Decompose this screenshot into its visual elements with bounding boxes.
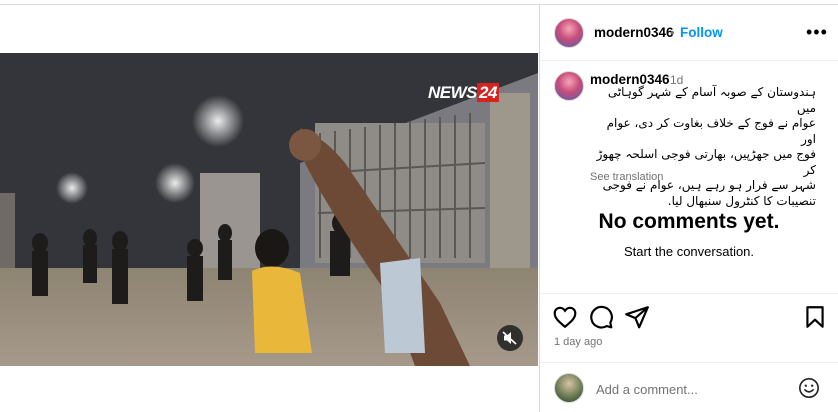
- follow-button[interactable]: Follow: [680, 25, 723, 40]
- no-comments-title: No comments yet.: [598, 210, 780, 233]
- comment-icon[interactable]: [588, 304, 614, 330]
- post-sidebar: modern0346 • Follow ••• modern0346 1d ہن…: [539, 5, 838, 412]
- post-header: modern0346 • Follow •••: [540, 5, 838, 61]
- more-options-button[interactable]: •••: [806, 22, 828, 43]
- caption-avatar[interactable]: [554, 71, 584, 101]
- post-media: NEWS 24: [0, 5, 540, 412]
- caption-line: ہندوستان کے صوبہ آسام کے شہر گوہاٹی میں: [607, 85, 816, 115]
- caption-line: تنصیبات کا کنٹرول سنبھال لیا.: [667, 193, 816, 208]
- separator-dot: •: [670, 25, 675, 40]
- caption-text: ہندوستان کے صوبہ آسام کے شہر گوہاٹی میں …: [588, 85, 816, 209]
- mute-icon: [502, 331, 517, 345]
- avatar[interactable]: [554, 18, 584, 48]
- news-logo-number: 24: [477, 83, 499, 102]
- start-conversation-text: Start the conversation.: [623, 244, 755, 259]
- posted-time[interactable]: 1 day ago: [554, 336, 602, 348]
- caption-block: modern0346 1d ہندوستان کے صوبہ آسام کے ش…: [540, 61, 838, 208]
- heart-icon[interactable]: [552, 304, 578, 330]
- see-translation-link[interactable]: See translation: [590, 171, 663, 183]
- mute-button[interactable]: [497, 325, 523, 351]
- caption-line: عوام نے فوج کے خلاف بغاوت کر دی، عوام او…: [606, 116, 816, 146]
- bookmark-icon[interactable]: [802, 304, 828, 330]
- news-logo-text: NEWS: [428, 83, 478, 102]
- post-dialog: NEWS 24 modern0346 • Follow ••• modern034…: [0, 4, 838, 412]
- post-video[interactable]: NEWS 24: [0, 53, 538, 366]
- current-user-avatar[interactable]: [554, 373, 584, 403]
- news-logo: NEWS 24: [428, 83, 499, 103]
- add-comment-row: [540, 362, 838, 412]
- emoji-icon[interactable]: [798, 377, 820, 399]
- share-icon[interactable]: [624, 304, 650, 330]
- comment-input[interactable]: [594, 379, 788, 399]
- action-bar: 1 day ago: [540, 293, 838, 353]
- header-username[interactable]: modern0346: [594, 25, 674, 40]
